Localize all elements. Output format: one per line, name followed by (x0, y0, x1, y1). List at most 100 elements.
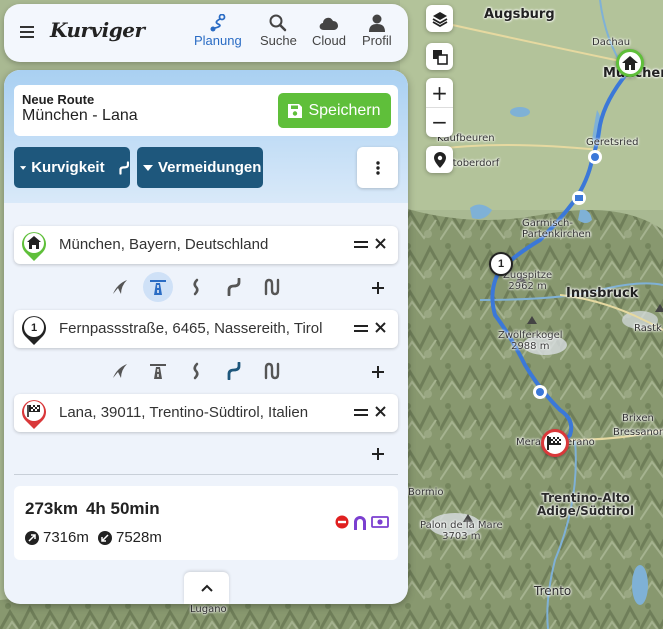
waypoint-item[interactable]: München, Bayern, Deutschland (14, 226, 398, 264)
divider (14, 474, 398, 475)
route-waypoint-dot-icon (533, 385, 547, 399)
map-label-bressanone: Bressanone (613, 427, 663, 438)
avoidances-dropdown[interactable]: Vermeidungen (137, 147, 263, 188)
mode-extra-curvy[interactable] (219, 272, 249, 302)
menu-button[interactable] (20, 21, 42, 43)
zoom-in-button[interactable]: + (426, 78, 453, 107)
map-label-innsbruck: Innsbruck (566, 286, 639, 301)
curviness-dropdown[interactable]: Kurvigkeit (14, 147, 130, 188)
remove-waypoint-button[interactable] (375, 402, 386, 422)
extra-curvy-road-icon (227, 362, 241, 380)
drag-handle-icon[interactable] (354, 403, 368, 423)
nav-suche[interactable]: Suche (260, 13, 297, 48)
more-options-button[interactable] (357, 147, 398, 188)
ascent: 7316m (25, 529, 89, 546)
overlay-button[interactable] (426, 43, 453, 70)
via-number: 1 (497, 258, 505, 270)
mode-extra-curvy[interactable] (219, 356, 249, 386)
tunnel-icon[interactable] (352, 514, 368, 530)
nav-cloud[interactable]: Cloud (312, 13, 346, 48)
layers-button[interactable] (426, 5, 453, 32)
home-icon (622, 56, 638, 70)
locate-button[interactable] (426, 146, 453, 173)
curviest-road-icon (264, 278, 280, 296)
highway-icon (150, 280, 166, 295)
mode-highway[interactable] (143, 272, 173, 302)
plus-icon (372, 282, 384, 294)
route-label: Neue Route (22, 92, 95, 107)
mode-curvy[interactable] (181, 356, 211, 386)
swoosh-icon (113, 364, 127, 378)
mode-curvy[interactable] (181, 272, 211, 302)
map-marker-via-1[interactable]: 1 (489, 252, 513, 276)
close-icon (375, 322, 386, 333)
curvy-road-icon (118, 160, 129, 175)
map-label-augsburg: Augsburg (484, 7, 555, 22)
add-waypoint-row (4, 438, 408, 468)
close-icon (375, 406, 386, 417)
descent-value: 7528m (116, 529, 162, 546)
mode-fastest[interactable] (105, 356, 135, 386)
waypoint-item[interactable]: Lana, 39011, Trentino-Südtirol, Italien (14, 394, 398, 432)
route-name-input[interactable]: München - Lana (22, 107, 138, 125)
route-warning-icons (335, 514, 389, 530)
save-label: Speichern (308, 101, 381, 119)
segment-mode-row (4, 272, 408, 302)
summary-main: 273km 4h 50min (25, 499, 160, 519)
remove-waypoint-button[interactable] (375, 318, 386, 338)
waypoint-text[interactable]: München, Bayern, Deutschland (59, 236, 349, 253)
hamburger-icon (20, 26, 34, 38)
toll-icon[interactable] (371, 515, 389, 529)
avoidances-label: Vermeidungen (158, 159, 262, 176)
flag-icon (547, 436, 561, 450)
zoom-out-button[interactable]: − (426, 107, 453, 136)
nav-profil[interactable]: Profil (362, 13, 392, 48)
route-summary: 273km 4h 50min 7316m 7528m (14, 486, 398, 560)
route-card: Neue Route München - Lana Speichern (14, 85, 398, 136)
zoom-control: + − (426, 78, 453, 137)
map-label-geretsried: Geretsried (586, 137, 639, 148)
curvy-road-icon (193, 278, 199, 296)
map-label-rastk: Rastk (634, 323, 662, 334)
nav-label: Profil (362, 33, 392, 48)
waypoint-text[interactable]: Fernpassstraße, 6465, Nassereith, Tirol (59, 320, 349, 337)
waypoint-text[interactable]: Lana, 39011, Trentino-Südtirol, Italien (59, 404, 349, 421)
mode-highway[interactable] (143, 356, 173, 386)
map-label-dachau: Dachau (592, 37, 631, 48)
route-duration: 4h 50min (85, 499, 160, 518)
app-logo[interactable]: Kurviger (50, 18, 145, 42)
curviest-road-icon (264, 362, 280, 380)
mode-curviest[interactable] (257, 356, 287, 386)
map-label-brixen: Brixen (622, 413, 654, 424)
map-label-garmisch: Garmisch- Partenkirchen (522, 218, 592, 240)
collapse-panel-button[interactable] (184, 572, 229, 604)
drag-handle-icon[interactable] (354, 235, 368, 255)
caret-down-icon (20, 165, 27, 170)
map-label-zugspitze: Zugspitze 2962 m (503, 270, 553, 292)
kebab-menu-icon (375, 160, 380, 175)
map-label-palon: Palon de la Mare 3703 m (420, 520, 503, 542)
chevron-up-icon (200, 584, 213, 592)
map-marker-start[interactable] (616, 49, 644, 77)
map-marker-destination[interactable] (541, 429, 569, 457)
overlay-icon (432, 49, 448, 65)
remove-waypoint-button[interactable] (375, 234, 386, 254)
add-waypoint-button[interactable] (372, 359, 384, 383)
add-waypoint-button[interactable] (372, 275, 384, 299)
no-entry-icon[interactable] (335, 515, 349, 529)
swoosh-icon (113, 280, 127, 294)
save-button[interactable]: Speichern (278, 93, 391, 128)
floppy-disk-icon (288, 103, 303, 118)
mode-fastest[interactable] (105, 272, 135, 302)
user-icon (368, 14, 385, 32)
route-icon (210, 14, 226, 32)
nav-planung[interactable]: Planung (194, 13, 242, 48)
add-waypoint-button[interactable] (372, 441, 384, 465)
waypoint-item[interactable]: 1 Fernpassstraße, 6465, Nassereith, Tiro… (14, 310, 398, 348)
map-label-bormio: Bormio (408, 487, 444, 498)
mode-curviest[interactable] (257, 272, 287, 302)
map-label-trento: Trento (534, 584, 572, 598)
route-distance: 273km (25, 499, 78, 518)
start-marker-icon (22, 232, 46, 261)
drag-handle-icon[interactable] (354, 319, 368, 339)
